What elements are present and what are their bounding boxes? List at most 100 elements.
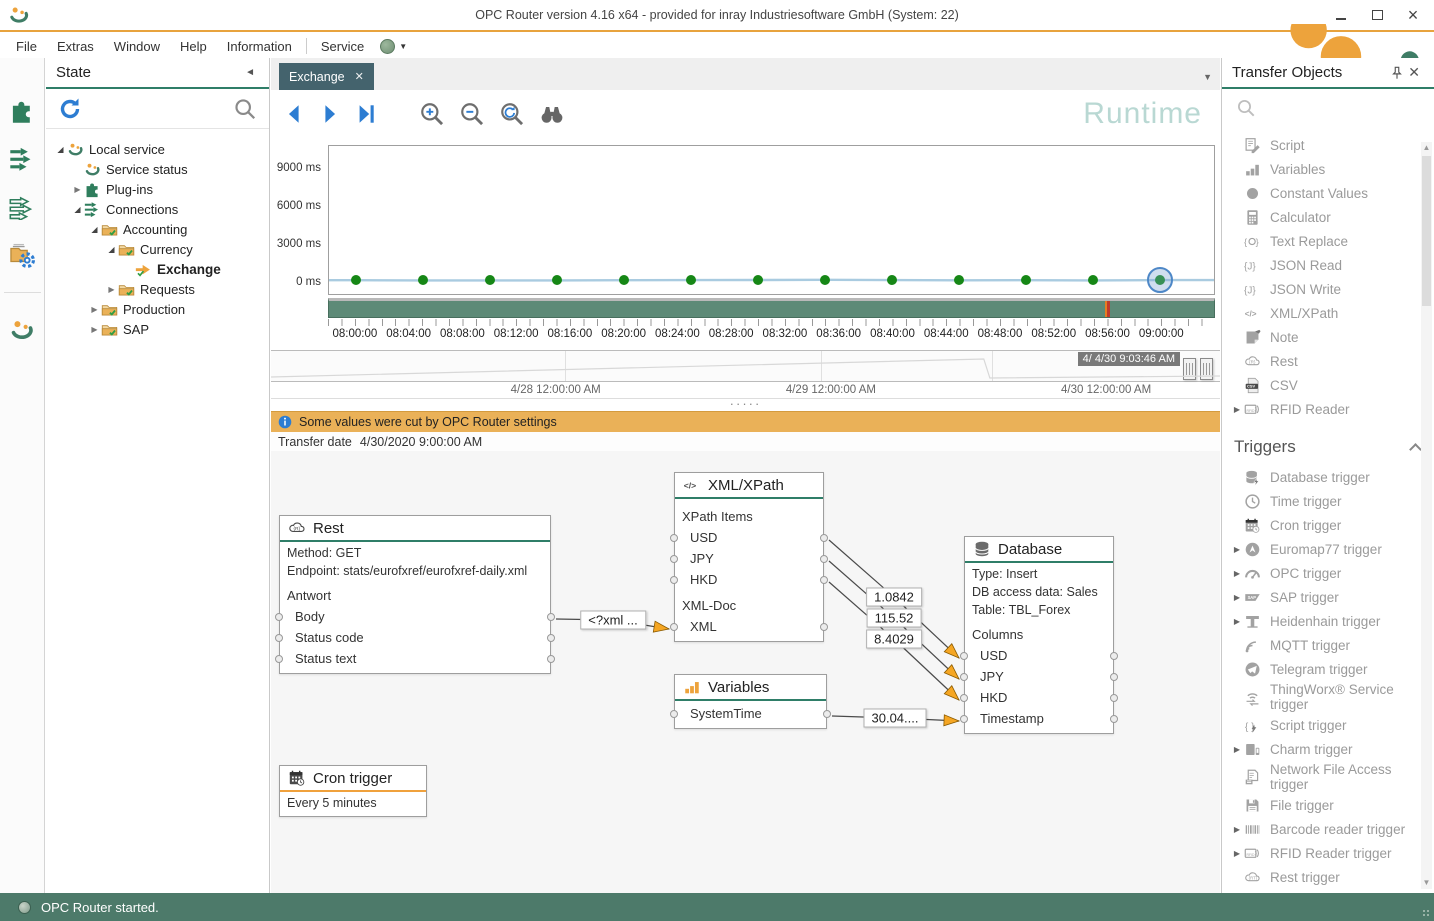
- transfer-object-database-trigger[interactable]: Database trigger: [1222, 465, 1434, 489]
- connection-value-label[interactable]: 8.4029: [866, 630, 922, 649]
- error-marker[interactable]: [1105, 301, 1110, 317]
- transfer-object-csv[interactable]: CSVCSV: [1222, 373, 1434, 397]
- prev-transfer-icon[interactable]: [283, 103, 305, 125]
- tree-caret-open-icon[interactable]: ◢: [71, 205, 84, 214]
- transfer-object-rest-trigger[interactable]: {RT}Rest trigger: [1222, 865, 1434, 889]
- tab-list-dropdown-icon[interactable]: ▼: [1203, 72, 1212, 82]
- search-icon[interactable]: [233, 97, 257, 121]
- node-header[interactable]: {R}Rest: [280, 516, 550, 542]
- zoom-in-icon[interactable]: [419, 101, 445, 127]
- connection-value-label[interactable]: <?xml ...: [580, 611, 646, 630]
- collapse-panel-icon[interactable]: ◄: [241, 67, 259, 78]
- transfer-object-mqtt-trigger[interactable]: MQTT trigger: [1222, 633, 1434, 657]
- connection-value-label[interactable]: 30.04....: [864, 709, 927, 728]
- node-port-row[interactable]: Timestamp: [965, 708, 1113, 729]
- expander-icon[interactable]: ▶: [1230, 617, 1244, 626]
- menu-window[interactable]: Window: [104, 36, 170, 57]
- input-port[interactable]: [670, 710, 678, 718]
- node-header[interactable]: Variables: [675, 675, 826, 701]
- close-button[interactable]: ×: [1406, 8, 1420, 22]
- close-panel-icon[interactable]: ✕: [1404, 64, 1424, 81]
- node-port-row[interactable]: JPY: [965, 666, 1113, 687]
- splitter-handle[interactable]: ·····: [271, 399, 1220, 411]
- node-port-row[interactable]: USD: [965, 645, 1113, 666]
- input-port[interactable]: [960, 673, 968, 681]
- output-port[interactable]: [823, 710, 831, 718]
- plugins-icon[interactable]: [9, 98, 35, 124]
- tree-caret-open-icon[interactable]: ◢: [105, 245, 118, 254]
- tree-item-service-status[interactable]: Service status: [48, 159, 267, 179]
- tab-close-icon[interactable]: ✕: [355, 70, 364, 83]
- menu-extras[interactable]: Extras: [47, 36, 104, 57]
- transfer-object-opc-trigger[interactable]: ▶OPC trigger: [1222, 561, 1434, 585]
- transfer-object-note[interactable]: Note: [1222, 325, 1434, 349]
- expander-icon[interactable]: ▶: [1230, 825, 1244, 834]
- transfer-object-xml-xpath[interactable]: </>XML/XPath: [1222, 301, 1434, 325]
- data-point[interactable]: [686, 275, 696, 285]
- next-transfer-icon[interactable]: [319, 103, 341, 125]
- scrollbar[interactable]: ▲ ▼: [1421, 142, 1432, 889]
- transfer-object-calculator[interactable]: Calculator: [1222, 205, 1434, 229]
- input-port[interactable]: [670, 576, 678, 584]
- transfer-object-script[interactable]: Script: [1222, 133, 1434, 157]
- zoom-out-icon[interactable]: [459, 101, 485, 127]
- tree-item-exchange[interactable]: Exchange: [48, 259, 267, 279]
- menu-information[interactable]: Information: [217, 36, 302, 57]
- menu-help[interactable]: Help: [170, 36, 217, 57]
- output-port[interactable]: [820, 623, 828, 631]
- find-icon[interactable]: [539, 101, 565, 127]
- flow-canvas[interactable]: {R}RestMethod: GETEndpoint: stats/eurofx…: [271, 451, 1220, 893]
- tree-item-production[interactable]: ▶Production: [48, 299, 267, 319]
- tree-caret-closed-icon[interactable]: ▶: [105, 285, 118, 294]
- tree-caret-closed-icon[interactable]: ▶: [88, 305, 101, 314]
- node-port-row[interactable]: SystemTime: [675, 703, 826, 724]
- data-point[interactable]: [351, 275, 361, 285]
- input-port[interactable]: [275, 634, 283, 642]
- input-port[interactable]: [960, 715, 968, 723]
- flow-node-cron[interactable]: Cron triggerEvery 5 minutes: [279, 765, 427, 817]
- menu-file[interactable]: File: [6, 36, 47, 57]
- data-point[interactable]: [887, 275, 897, 285]
- data-point[interactable]: [619, 275, 629, 285]
- output-port[interactable]: [820, 534, 828, 542]
- tab-exchange[interactable]: Exchange ✕: [279, 63, 374, 90]
- transfer-object-file-trigger[interactable]: File trigger: [1222, 793, 1434, 817]
- data-point[interactable]: [485, 275, 495, 285]
- node-header[interactable]: </>XML/XPath: [675, 473, 823, 499]
- output-port[interactable]: [1110, 673, 1118, 681]
- menu-service[interactable]: Service: [311, 36, 374, 57]
- output-port[interactable]: [547, 634, 555, 642]
- connections-icon[interactable]: [9, 146, 35, 172]
- minimize-button[interactable]: [1334, 8, 1348, 22]
- output-port[interactable]: [547, 613, 555, 621]
- data-point-selected[interactable]: [1155, 275, 1165, 285]
- transfer-object-time-trigger[interactable]: Time trigger: [1222, 489, 1434, 513]
- output-port[interactable]: [547, 655, 555, 663]
- transfer-object-text-replace[interactable]: {}Text Replace: [1222, 229, 1434, 253]
- node-port-row[interactable]: Status text: [280, 648, 550, 669]
- maximize-button[interactable]: [1370, 8, 1384, 22]
- transfer-object-json-write[interactable]: {J}JSON Write: [1222, 277, 1434, 301]
- tree-item-sap[interactable]: ▶SAP: [48, 319, 267, 339]
- service-status-dot-icon[interactable]: [380, 39, 395, 54]
- transfer-object-network-file-access-trigger[interactable]: Network File Access trigger: [1222, 761, 1434, 793]
- pin-icon[interactable]: [1390, 66, 1404, 80]
- timeline-overview[interactable]: 4/ 4/30 9:03:46 AM: [271, 350, 1220, 382]
- flow-node-rest[interactable]: {R}RestMethod: GETEndpoint: stats/eurofx…: [279, 515, 551, 674]
- output-port[interactable]: [820, 576, 828, 584]
- app-logo-icon[interactable]: [9, 317, 35, 343]
- output-port[interactable]: [1110, 715, 1118, 723]
- tree-item-connections[interactable]: ◢Connections: [48, 199, 267, 219]
- expander-icon[interactable]: ▶: [1230, 545, 1244, 554]
- node-port-row[interactable]: JPY: [675, 548, 823, 569]
- connection-value-label[interactable]: 1.0842: [866, 588, 922, 607]
- node-port-row[interactable]: Status code: [280, 627, 550, 648]
- output-port[interactable]: [820, 555, 828, 563]
- zoom-reset-icon[interactable]: [499, 101, 525, 127]
- input-port[interactable]: [275, 613, 283, 621]
- input-port[interactable]: [670, 534, 678, 542]
- scroll-thumb[interactable]: [1422, 156, 1431, 306]
- last-transfer-icon[interactable]: [355, 103, 377, 125]
- node-port-row[interactable]: HKD: [965, 687, 1113, 708]
- transfer-object-rfid-reader-trigger[interactable]: ▶RFIDRFID Reader trigger: [1222, 841, 1434, 865]
